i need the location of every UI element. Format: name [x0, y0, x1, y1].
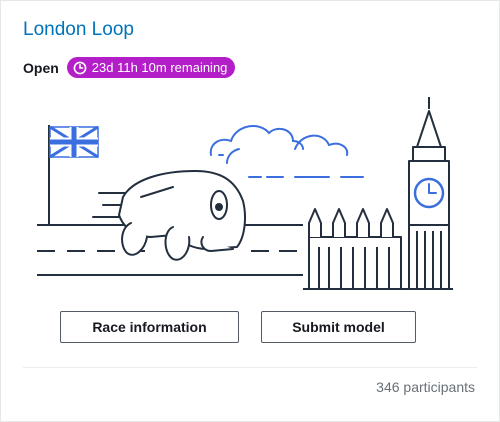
status-row: Open 23d 11h 10m remaining	[23, 57, 236, 78]
clouds	[209, 125, 364, 178]
uk-flag	[48, 125, 99, 225]
race-information-button[interactable]: Race information	[60, 311, 239, 343]
submit-model-button[interactable]: Submit model	[261, 311, 416, 343]
race-car	[92, 170, 246, 261]
race-card: London Loop Open 23d 11h 10m remaining R…	[0, 0, 500, 422]
race-illustration	[37, 97, 453, 290]
time-remaining-badge: 23d 11h 10m remaining	[66, 57, 236, 78]
time-remaining-text: 23d 11h 10m remaining	[91, 60, 228, 75]
participants-count: 346 participants	[376, 379, 475, 395]
parliament	[303, 208, 407, 290]
status-label: Open	[23, 59, 59, 76]
card-divider	[23, 367, 477, 368]
clock-icon	[73, 61, 87, 74]
big-ben	[407, 97, 453, 290]
race-title-link[interactable]: London Loop	[23, 19, 134, 41]
